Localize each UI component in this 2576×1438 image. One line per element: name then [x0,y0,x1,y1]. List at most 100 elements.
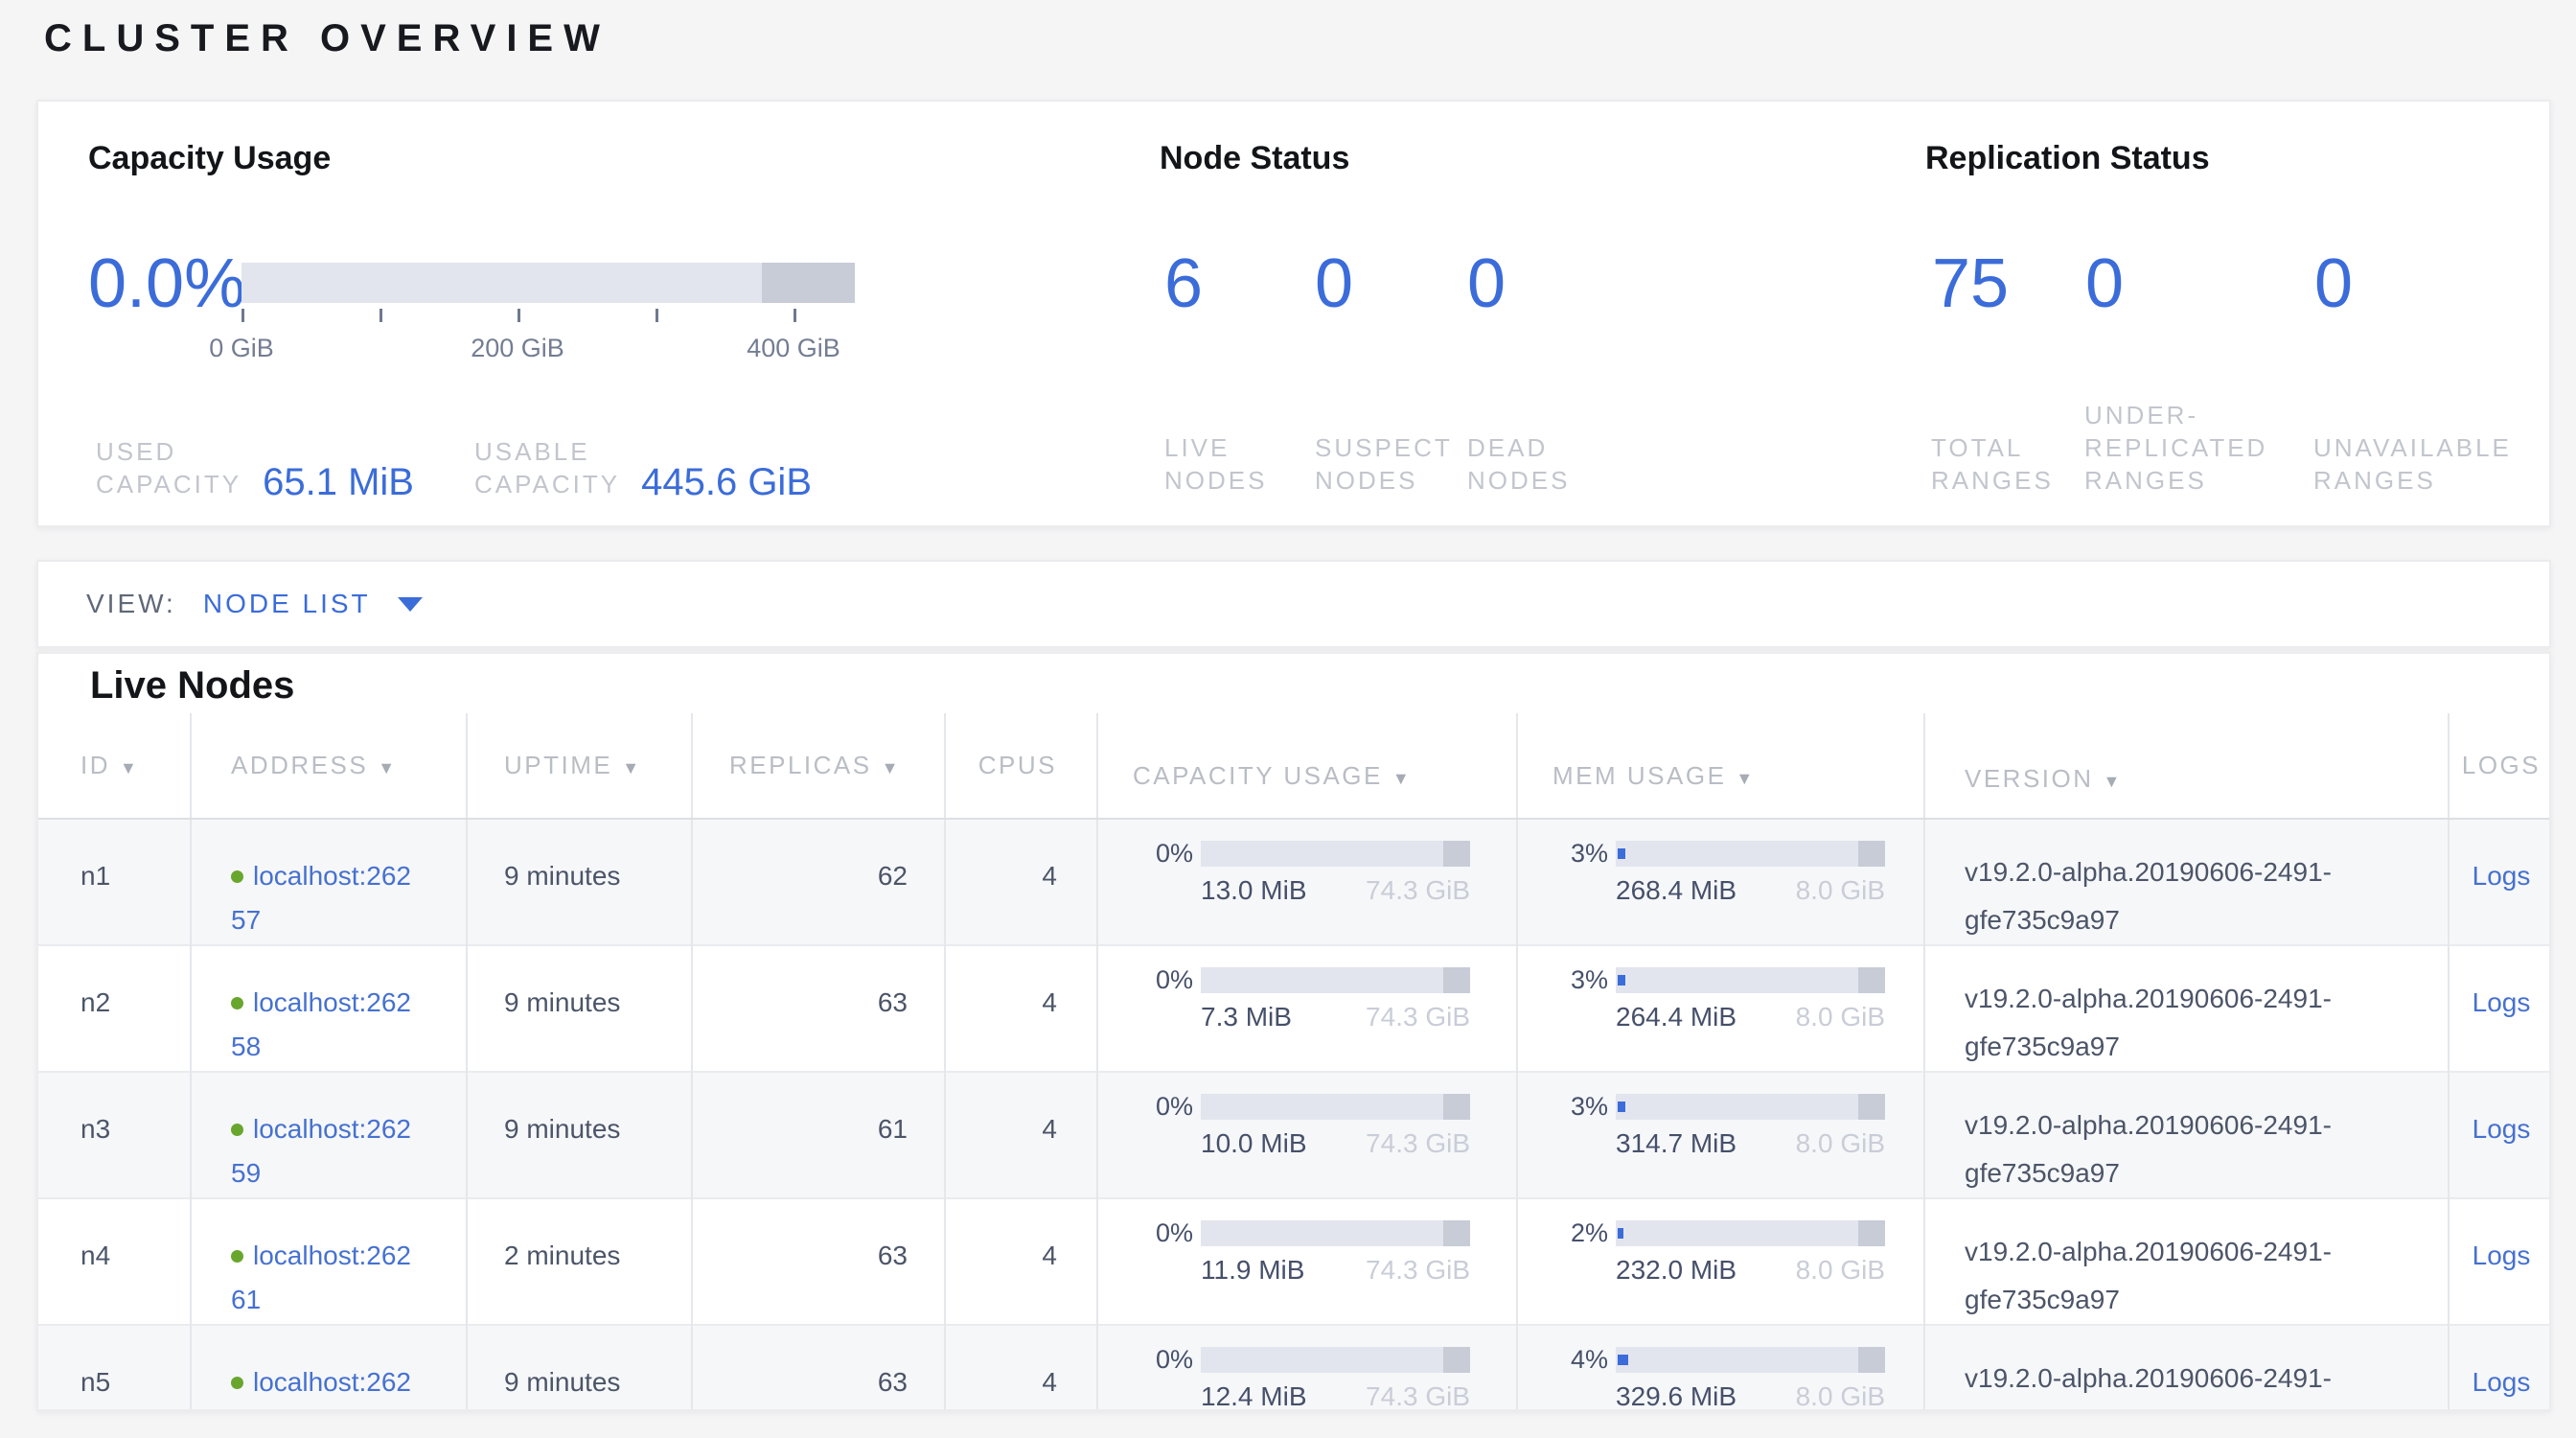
mem-percent: 2% [1569,1220,1608,1246]
mem-used-value: 314.7 MiB [1616,1130,1736,1157]
mem-total-value: 8.0 GiB [1796,1257,1885,1284]
total-ranges-label: TOTAL RANGES [1931,431,2054,497]
column-header-address[interactable]: ADDRESS▼ [191,713,467,819]
node-uptime: 2 minutes [467,1198,692,1325]
node-cpus: 4 [945,1198,1097,1325]
live-nodes-table: ID▼ ADDRESS▼ UPTIME▼ REPLICAS▼ CPUS CAPA… [38,713,2551,1411]
node-address-cell: localhost:26262 [191,1325,467,1411]
node-logs-cell: Logs [2449,819,2551,945]
mem-percent: 3% [1569,967,1608,993]
unavailable-ranges-count: 0 [2314,245,2353,322]
node-uptime: 9 minutes [467,819,692,945]
mem-used-value: 232.0 MiB [1616,1257,1736,1284]
logs-link[interactable]: Logs [2472,1241,2531,1270]
mem-used-value: 329.6 MiB [1616,1383,1736,1410]
chevron-down-icon[interactable] [398,597,423,612]
capacity-used-value: 13.0 MiB [1201,877,1307,904]
mem-bar-dark-segment [1858,1347,1885,1373]
node-address-link[interactable]: localhost:26262 [231,1367,411,1411]
capacity-total-value: 74.3 GiB [1366,877,1470,904]
mem-total-value: 8.0 GiB [1796,877,1885,904]
logs-link[interactable]: Logs [2472,861,2531,891]
live-status-dot-icon [231,997,243,1009]
column-header-id[interactable]: ID▼ [38,713,191,819]
logs-link[interactable]: Logs [2472,987,2531,1017]
table-header-row: ID▼ ADDRESS▼ UPTIME▼ REPLICAS▼ CPUS CAPA… [38,713,2551,819]
capacity-percent: 0% [1154,1347,1193,1373]
sort-arrow-icon: ▼ [1392,769,1412,788]
sort-arrow-icon: ▼ [378,758,397,777]
capacity-bar [1201,1220,1470,1246]
node-cpus: 4 [945,945,1097,1072]
used-capacity-stat: USED CAPACITY 65.1 MiB [96,435,414,500]
capacity-bar-dark-segment [1443,1094,1470,1120]
axis-tick [794,309,796,322]
usable-capacity-label: USABLE CAPACITY [474,435,620,500]
column-header-replicas[interactable]: REPLICAS▼ [692,713,945,819]
live-status-dot-icon [231,1377,243,1389]
mem-used-value: 264.4 MiB [1616,1004,1736,1031]
mem-bar-fill [1618,975,1625,986]
node-version: v19.2.0-alpha.20190606-2491-gfe735c9a97 [1924,819,2449,945]
node-status-heading: Node Status [1160,140,1349,177]
logs-link[interactable]: Logs [2472,1367,2531,1397]
node-mem-usage-cell: 3% 314.7 MiB8.0 GiB [1517,1072,1924,1198]
mem-bar-fill [1618,1228,1623,1239]
mem-bar-fill [1618,1102,1625,1112]
node-address-cell: localhost:26261 [191,1198,467,1325]
node-address-link[interactable]: localhost:26257 [231,861,411,935]
node-id: n4 [38,1198,191,1325]
axis-tick [380,309,382,322]
node-uptime: 9 minutes [467,1325,692,1411]
live-status-dot-icon [231,870,243,883]
mem-percent: 3% [1569,841,1608,867]
node-capacity-usage-cell: 0% 7.3 MiB74.3 GiB [1097,945,1517,1072]
node-address-link[interactable]: localhost:26259 [231,1114,411,1188]
node-logs-cell: Logs [2449,945,2551,1072]
column-header-cpus: CPUS [945,713,1097,819]
column-header-mem-usage[interactable]: MEM USAGE▼ [1517,713,1924,819]
capacity-bar-dark-segment [1443,1220,1470,1246]
node-address-cell: localhost:26257 [191,819,467,945]
column-header-version[interactable]: VERSION▼ [1924,713,2449,819]
mem-bar-fill [1618,1355,1628,1365]
capacity-bar [1201,841,1470,867]
capacity-usage-heading: Capacity Usage [88,140,331,177]
usable-capacity-value: 445.6 GiB [641,463,812,501]
mem-bar-fill [1618,848,1625,859]
column-header-uptime[interactable]: UPTIME▼ [467,713,692,819]
mem-bar-dark-segment [1858,967,1885,993]
capacity-bar [1201,1347,1470,1373]
capacity-total-value: 74.3 GiB [1366,1257,1470,1284]
capacity-percent: 0% [1154,967,1193,993]
column-header-capacity-usage[interactable]: CAPACITY USAGE▼ [1097,713,1517,819]
axis-tick [242,309,244,322]
live-nodes-heading: Live Nodes [90,654,294,713]
logs-link[interactable]: Logs [2472,1114,2531,1144]
node-cpus: 4 [945,1325,1097,1411]
capacity-percent: 0% [1154,1094,1193,1120]
column-header-logs: LOGS [2449,713,2551,819]
view-dropdown[interactable]: NODE LIST [203,589,371,619]
node-address-cell: localhost:26258 [191,945,467,1072]
sort-arrow-icon: ▼ [2104,772,2123,791]
suspect-nodes-label: SUSPECT NODES [1315,431,1453,497]
axis-tick [518,309,520,322]
node-address-link[interactable]: localhost:26258 [231,987,411,1061]
dead-nodes-label: DEAD NODES [1467,431,1570,497]
mem-percent: 3% [1569,1094,1608,1120]
capacity-used-value: 10.0 MiB [1201,1130,1307,1157]
capacity-total-value: 74.3 GiB [1366,1383,1470,1410]
capacity-usage-bar [242,263,855,303]
used-capacity-label: USED CAPACITY [96,435,242,500]
axis-tick-label: 400 GiB [747,334,840,363]
mem-used-value: 268.4 MiB [1616,877,1736,904]
sort-arrow-icon: ▼ [882,758,901,777]
suspect-nodes-count: 0 [1315,245,1353,322]
capacity-bar-dark-segment [1443,1347,1470,1373]
capacity-total-value: 74.3 GiB [1366,1004,1470,1031]
node-address-link[interactable]: localhost:26261 [231,1241,411,1314]
live-status-dot-icon [231,1124,243,1136]
mem-total-value: 8.0 GiB [1796,1383,1885,1410]
table-row: n4 localhost:26261 2 minutes 63 4 0% 11.… [38,1198,2551,1325]
